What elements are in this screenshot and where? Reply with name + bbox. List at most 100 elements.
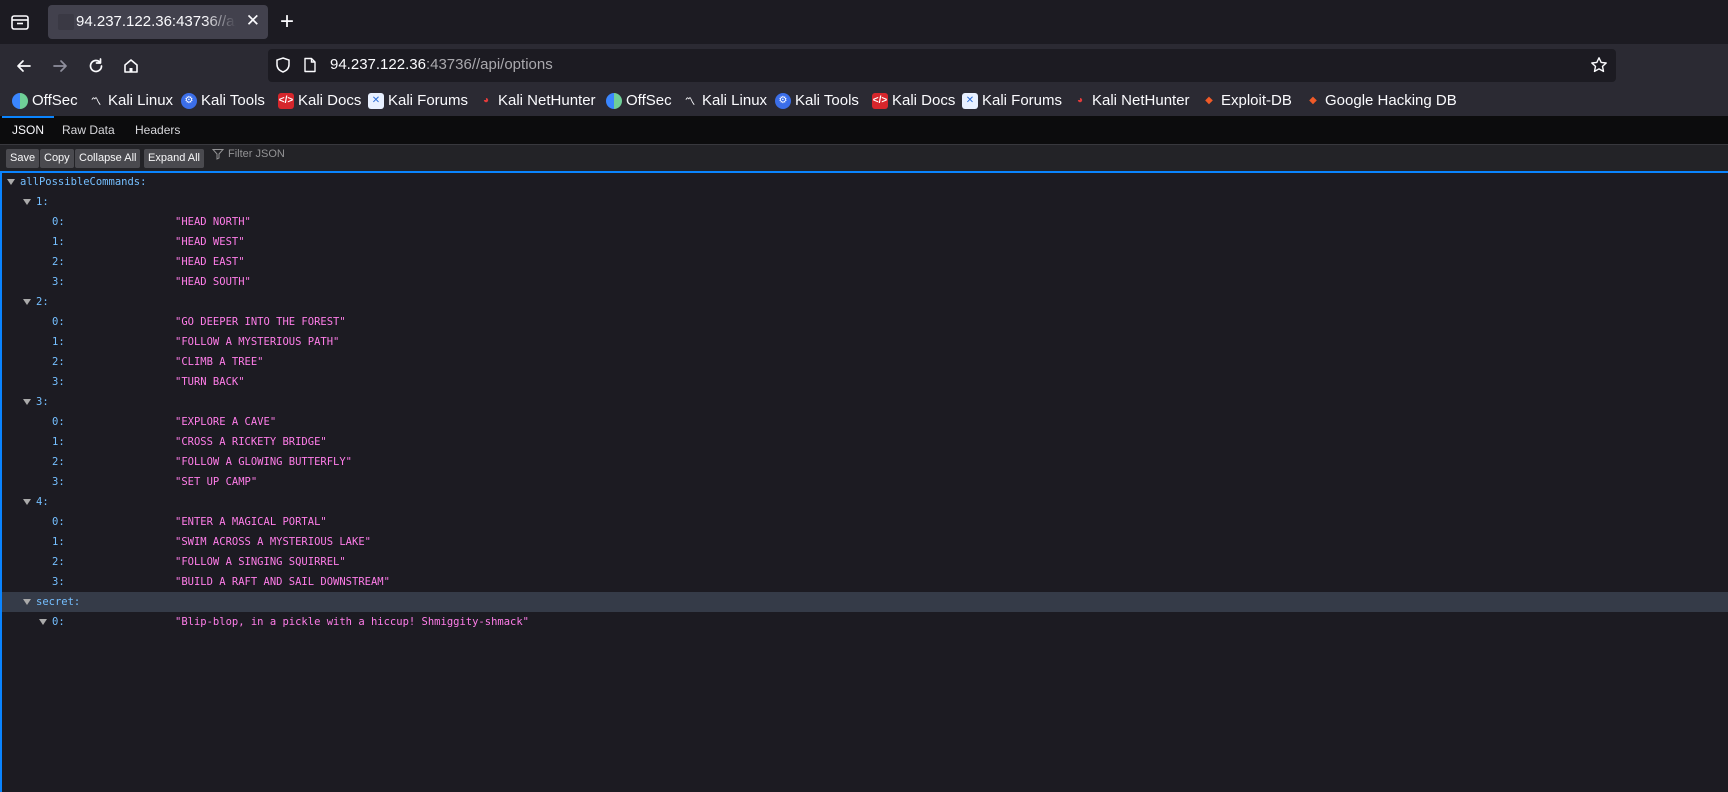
expand-twisty-icon[interactable] xyxy=(23,599,31,605)
nethunter-icon: ◕ xyxy=(1076,95,1084,106)
expand-twisty-icon[interactable] xyxy=(39,619,47,625)
json-value: "HEAD SOUTH" xyxy=(175,276,251,288)
page-info-icon[interactable] xyxy=(302,57,318,78)
json-value: "EXPLORE A CAVE" xyxy=(175,416,277,428)
expand-all-button[interactable]: Expand All xyxy=(144,149,204,168)
close-icon[interactable]: ✕ xyxy=(246,11,260,31)
copy-button[interactable]: Copy xyxy=(40,149,74,168)
tree-row-item[interactable]: 0: "HEAD NORTH" xyxy=(2,212,1728,232)
bookmark-kali-nethunter[interactable]: ◕ Kali NetHunter xyxy=(478,92,596,109)
json-key: 0: xyxy=(52,316,65,328)
json-key: 2: xyxy=(52,356,65,368)
viewer-tabs: JSON Raw Data Headers xyxy=(0,116,1728,145)
json-key: 3: xyxy=(52,476,65,488)
bookmark-offsec-2[interactable]: OffSec xyxy=(606,92,672,109)
kali-tools-icon: ⚙ xyxy=(181,92,197,109)
json-key: 0: xyxy=(52,416,65,428)
kali-dragon-icon: 〽 xyxy=(91,97,101,108)
tree-row-group[interactable]: 3: xyxy=(2,392,1728,412)
bookmark-kali-docs[interactable]: </> Kali Docs xyxy=(278,92,361,109)
tree-row-item[interactable]: 3: "HEAD SOUTH" xyxy=(2,272,1728,292)
tree-row-item[interactable]: 1: "HEAD WEST" xyxy=(2,232,1728,252)
tree-row-item[interactable]: 3: "SET UP CAMP" xyxy=(2,472,1728,492)
offsec-icon xyxy=(12,92,28,109)
tree-row-secret-item[interactable]: 0: "Blip-blop, in a pickle with a hiccup… xyxy=(2,612,1728,632)
bookmark-kali-linux[interactable]: 〽 Kali Linux xyxy=(88,92,173,109)
browser-tab[interactable]: 94.237.122.36:43736//api/options ✕ xyxy=(48,5,268,39)
json-key: 4: xyxy=(36,496,49,508)
bookmark-label: Kali Linux xyxy=(702,92,768,109)
tree-row-item[interactable]: 1: "SWIM ACROSS A MYSTERIOUS LAKE" xyxy=(2,532,1728,552)
json-value: "FOLLOW A GLOWING BUTTERFLY" xyxy=(175,456,353,468)
save-button[interactable]: Save xyxy=(6,149,40,168)
kali-tools-icon: ⚙ xyxy=(775,92,791,109)
bookmark-star-icon[interactable] xyxy=(1590,56,1608,79)
bookmark-label: Kali Linux xyxy=(108,92,174,109)
tree-row-root[interactable]: allPossibleCommands: xyxy=(2,172,1728,192)
json-value: "TURN BACK" xyxy=(175,376,245,388)
reload-icon[interactable] xyxy=(84,54,108,78)
expand-twisty-icon[interactable] xyxy=(23,299,31,305)
tree-row-group[interactable]: 1: xyxy=(2,192,1728,212)
tab-raw-data[interactable]: Raw Data xyxy=(62,116,115,144)
tree-row-group[interactable]: 4: xyxy=(2,492,1728,512)
bookmark-kali-forums[interactable]: ✕ Kali Forums xyxy=(368,92,468,109)
tree-row-item[interactable]: 1: "FOLLOW A MYSTERIOUS PATH" xyxy=(2,332,1728,352)
shield-icon[interactable] xyxy=(274,56,292,79)
navigation-bar: 94.237.122.36:43736//api/options xyxy=(0,44,1728,88)
bookmark-kali-tools-2[interactable]: ⚙ Kali Tools xyxy=(775,92,859,109)
tree-row-secret[interactable]: secret: xyxy=(2,592,1728,612)
json-value: "ENTER A MAGICAL PORTAL" xyxy=(175,516,327,528)
bookmark-kali-tools[interactable]: ⚙ Kali Tools xyxy=(181,92,265,109)
expand-twisty-icon[interactable] xyxy=(23,399,31,405)
json-key: 1: xyxy=(52,536,65,548)
json-value: "BUILD A RAFT AND SAIL DOWNSTREAM" xyxy=(175,576,390,588)
filter-json-input[interactable]: Filter JSON xyxy=(212,148,285,160)
nethunter-icon: ◕ xyxy=(482,95,490,106)
json-key: 3: xyxy=(52,576,65,588)
bookmark-kali-linux-2[interactable]: 〽 Kali Linux xyxy=(682,92,767,109)
bookmark-exploit-db[interactable]: ◆ Exploit-DB xyxy=(1201,92,1292,109)
collapse-all-button[interactable]: Collapse All xyxy=(75,149,141,168)
json-key: 3: xyxy=(52,376,65,388)
url-bar[interactable]: 94.237.122.36:43736//api/options xyxy=(268,49,1616,82)
json-key: 1: xyxy=(52,236,65,248)
list-all-tabs-icon[interactable] xyxy=(8,10,32,34)
expand-twisty-icon[interactable] xyxy=(23,499,31,505)
expand-twisty-icon[interactable] xyxy=(23,199,31,205)
bookmark-kali-nethunter-2[interactable]: ◕ Kali NetHunter xyxy=(1072,92,1190,109)
json-key: 2: xyxy=(52,256,65,268)
tree-row-item[interactable]: 2: "CLIMB A TREE" xyxy=(2,352,1728,372)
tree-row-item[interactable]: 0: "EXPLORE A CAVE" xyxy=(2,412,1728,432)
back-icon[interactable] xyxy=(12,54,36,78)
tree-row-item[interactable]: 0: "ENTER A MAGICAL PORTAL" xyxy=(2,512,1728,532)
json-key: 0: xyxy=(52,516,65,528)
url-path: :43736//api/options xyxy=(425,56,553,73)
tab-json[interactable]: JSON xyxy=(1,116,55,144)
bookmark-offsec[interactable]: OffSec xyxy=(12,92,78,109)
bookmark-google-hacking-db[interactable]: ◆ Google Hacking DB xyxy=(1305,92,1457,109)
tree-row-item[interactable]: 0: "GO DEEPER INTO THE FOREST" xyxy=(2,312,1728,332)
tree-row-item[interactable]: 3: "BUILD A RAFT AND SAIL DOWNSTREAM" xyxy=(2,572,1728,592)
json-key: allPossibleCommands: xyxy=(20,176,147,188)
json-value: "FOLLOW A MYSTERIOUS PATH" xyxy=(175,336,340,348)
bookmark-label: Kali Docs xyxy=(892,92,956,109)
json-value: "CROSS A RICKETY BRIDGE" xyxy=(175,436,327,448)
bookmark-label: Kali NetHunter xyxy=(498,92,596,109)
bookmark-kali-docs-2[interactable]: </> Kali Docs xyxy=(872,92,955,109)
tree-row-item[interactable]: 1: "CROSS A RICKETY BRIDGE" xyxy=(2,432,1728,452)
home-icon[interactable] xyxy=(119,54,143,78)
json-value: "GO DEEPER INTO THE FOREST" xyxy=(175,316,346,328)
tab-headers[interactable]: Headers xyxy=(135,116,180,144)
tree-row-item[interactable]: 2: "FOLLOW A SINGING SQUIRREL" xyxy=(2,552,1728,572)
tree-row-item[interactable]: 2: "HEAD EAST" xyxy=(2,252,1728,272)
url-text[interactable]: 94.237.122.36:43736//api/options xyxy=(330,56,553,73)
tree-row-item[interactable]: 2: "FOLLOW A GLOWING BUTTERFLY" xyxy=(2,452,1728,472)
tree-row-item[interactable]: 3: "TURN BACK" xyxy=(2,372,1728,392)
bookmark-label: Kali Tools xyxy=(201,92,265,109)
bookmark-kali-forums-2[interactable]: ✕ Kali Forums xyxy=(962,92,1062,109)
tree-row-group[interactable]: 2: xyxy=(2,292,1728,312)
forward-icon[interactable] xyxy=(48,54,72,78)
new-tab-icon[interactable]: + xyxy=(280,8,294,36)
expand-twisty-icon[interactable] xyxy=(7,179,15,185)
